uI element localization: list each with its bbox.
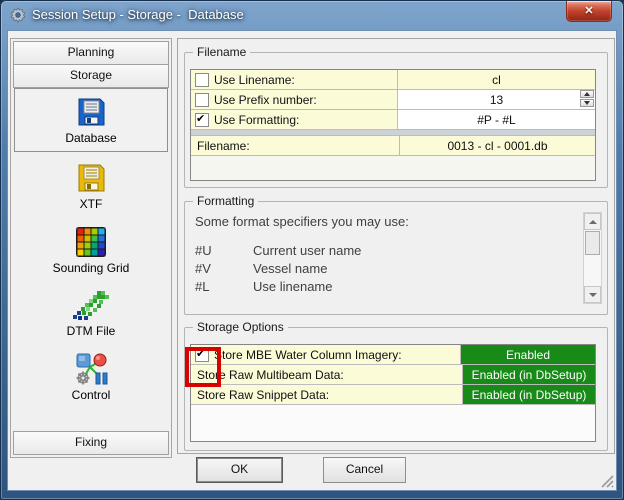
spinner-down-icon[interactable] <box>580 99 594 107</box>
sidebar-item-sounding-grid[interactable]: Sounding Grid <box>14 221 168 279</box>
table-row: Store MBE Water Column Imagery: Enabled <box>191 345 595 365</box>
storage-options-group: Storage Options Store MBE Water Column I… <box>184 320 608 451</box>
use-prefix-number-checkbox[interactable] <box>195 92 209 107</box>
store-water-column-checkbox[interactable] <box>195 347 209 362</box>
storage-options-table: Store MBE Water Column Imagery: Enabled … <box>190 344 596 442</box>
specifier-row: #U Current user name <box>195 243 362 258</box>
sidebar-item-label: Sounding Grid <box>52 260 130 275</box>
use-linename-checkbox[interactable] <box>195 72 209 87</box>
prefix-number-field[interactable]: 13 <box>398 90 595 109</box>
close-button[interactable]: ✕ <box>566 1 612 22</box>
group-title: Formatting <box>193 194 259 208</box>
scroll-down-icon[interactable] <box>584 286 601 303</box>
control-nodes-icon <box>74 351 108 385</box>
cancel-button[interactable]: Cancel <box>323 457 406 483</box>
table-row: Use Prefix number: 13 <box>191 90 595 110</box>
table-row: Use Formatting: #P - #L <box>191 110 595 130</box>
row-label: Store MBE Water Column Imagery: <box>214 347 402 362</box>
water-column-status: Enabled <box>461 345 595 364</box>
table-empty-area <box>191 156 595 180</box>
row-label: Use Formatting: <box>214 112 300 127</box>
settings-panel: Filename Use Linename: cl Use Prefix num… <box>177 38 615 454</box>
sidebar-item-planning[interactable]: Planning <box>13 41 169 65</box>
table-empty-area <box>191 405 595 441</box>
resize-grip-icon[interactable] <box>600 474 614 488</box>
category-sidebar: Planning Storage Database XTF Sounding G… <box>10 38 172 458</box>
formatting-group: Formatting Some format specifiers you ma… <box>184 194 608 315</box>
floppy-blue-icon <box>75 96 107 128</box>
dialog-client-area: Planning Storage Database XTF Sounding G… <box>7 30 617 491</box>
format-specifier-help: Some format specifiers you may use: #U C… <box>195 214 577 295</box>
titlebar[interactable]: Session Setup - Storage - Database ✕ <box>0 0 624 30</box>
gear-icon <box>10 7 26 23</box>
spinner-up-icon[interactable] <box>580 90 594 98</box>
sidebar-item-label: XTF <box>79 196 103 211</box>
dialog-window: Session Setup - Storage - Database ✕ Pla… <box>0 0 624 500</box>
row-label: Store Raw Multibeam Data: <box>197 367 344 382</box>
sidebar-item-dtm-file[interactable]: DTM File <box>14 285 168 343</box>
group-title: Storage Options <box>193 320 288 334</box>
filename-result-value: 0013 - cl - 0001.db <box>400 136 595 155</box>
row-label: Use Prefix number: <box>214 92 317 107</box>
scrollbar-thumb[interactable] <box>585 231 600 255</box>
use-formatting-checkbox[interactable] <box>195 112 209 127</box>
ok-button[interactable]: OK <box>196 457 283 483</box>
formatting-value-field[interactable]: #P - #L <box>398 110 595 129</box>
table-row: Use Linename: cl <box>191 70 595 90</box>
sidebar-item-storage[interactable]: Storage <box>13 64 169 88</box>
format-help-scrollbar[interactable] <box>583 212 602 304</box>
table-row: Filename: 0013 - cl - 0001.db <box>191 136 595 156</box>
scrollbar-track[interactable] <box>584 230 601 286</box>
group-title: Filename <box>193 45 251 59</box>
window-title: Session Setup - Storage - Database <box>32 7 244 22</box>
dtm-scatter-icon <box>73 290 109 321</box>
filename-table: Use Linename: cl Use Prefix number: 13 ✔… <box>190 69 596 181</box>
row-label: Filename: <box>197 138 250 153</box>
sidebar-item-fixing[interactable]: Fixing <box>13 431 169 455</box>
close-icon: ✕ <box>584 4 594 17</box>
table-row: Store Raw Multibeam Data: Enabled (in Db… <box>191 365 595 385</box>
row-label: Store Raw Snippet Data: <box>197 387 330 402</box>
row-label: Use Linename: <box>214 72 295 87</box>
scroll-up-icon[interactable] <box>584 213 601 230</box>
prefix-number-spinner <box>580 90 594 107</box>
linename-value-field[interactable]: cl <box>398 70 595 89</box>
specifier-row: #L Use linename <box>195 279 333 294</box>
specifier-row: #V Vessel name <box>195 261 328 276</box>
sidebar-item-label: Database <box>65 130 117 145</box>
sidebar-item-xtf[interactable]: XTF <box>14 157 168 215</box>
table-row: Store Raw Snippet Data: Enabled (in DbSe… <box>191 385 595 405</box>
rainbow-grid-icon <box>75 226 107 258</box>
sidebar-item-label: DTM File <box>66 323 116 338</box>
filename-group: Filename Use Linename: cl Use Prefix num… <box>184 45 608 188</box>
sidebar-item-database[interactable]: Database <box>14 88 168 152</box>
floppy-yellow-icon <box>75 162 107 194</box>
raw-snippet-status: Enabled (in DbSetup) <box>463 385 595 404</box>
sidebar-item-label: Control <box>71 387 111 402</box>
raw-multibeam-status: Enabled (in DbSetup) <box>463 365 595 384</box>
sidebar-item-control[interactable]: Control <box>14 347 168 405</box>
format-help-intro: Some format specifiers you may use: <box>195 214 409 229</box>
